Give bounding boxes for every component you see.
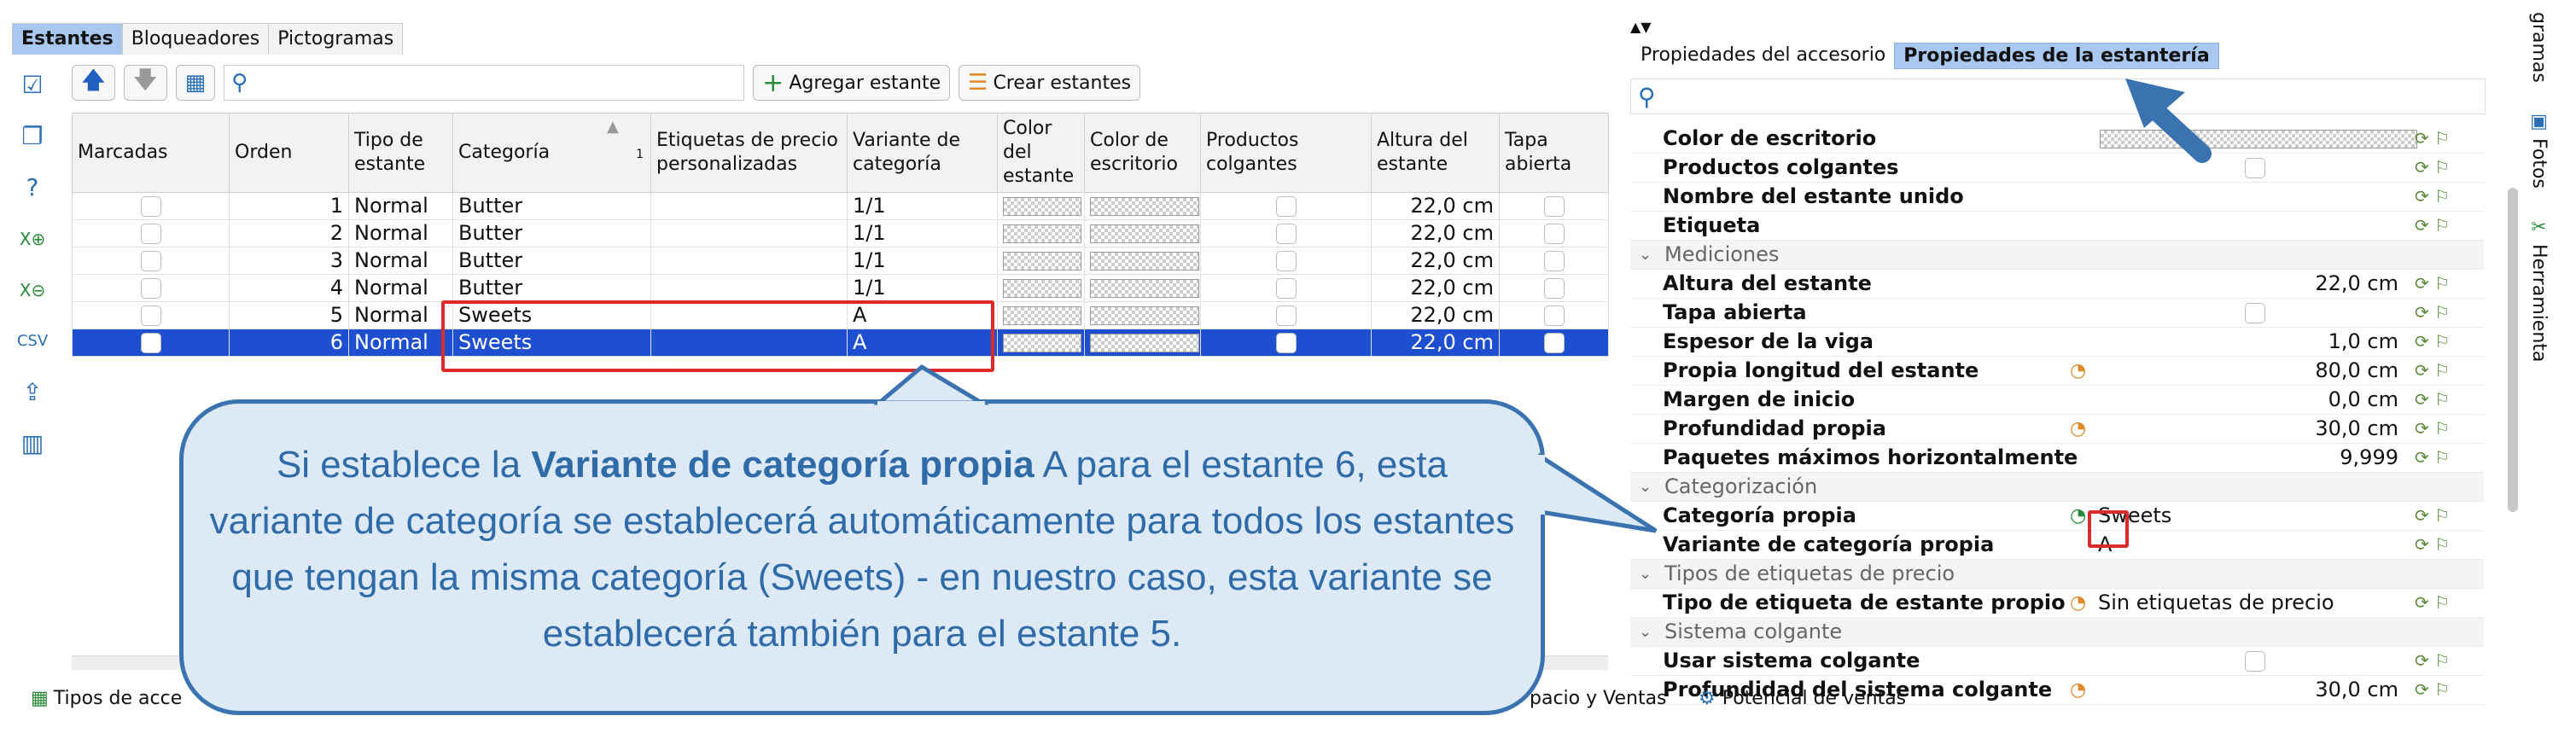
callout-text: Si establece la Variante de categoría pr… bbox=[209, 444, 1515, 655]
